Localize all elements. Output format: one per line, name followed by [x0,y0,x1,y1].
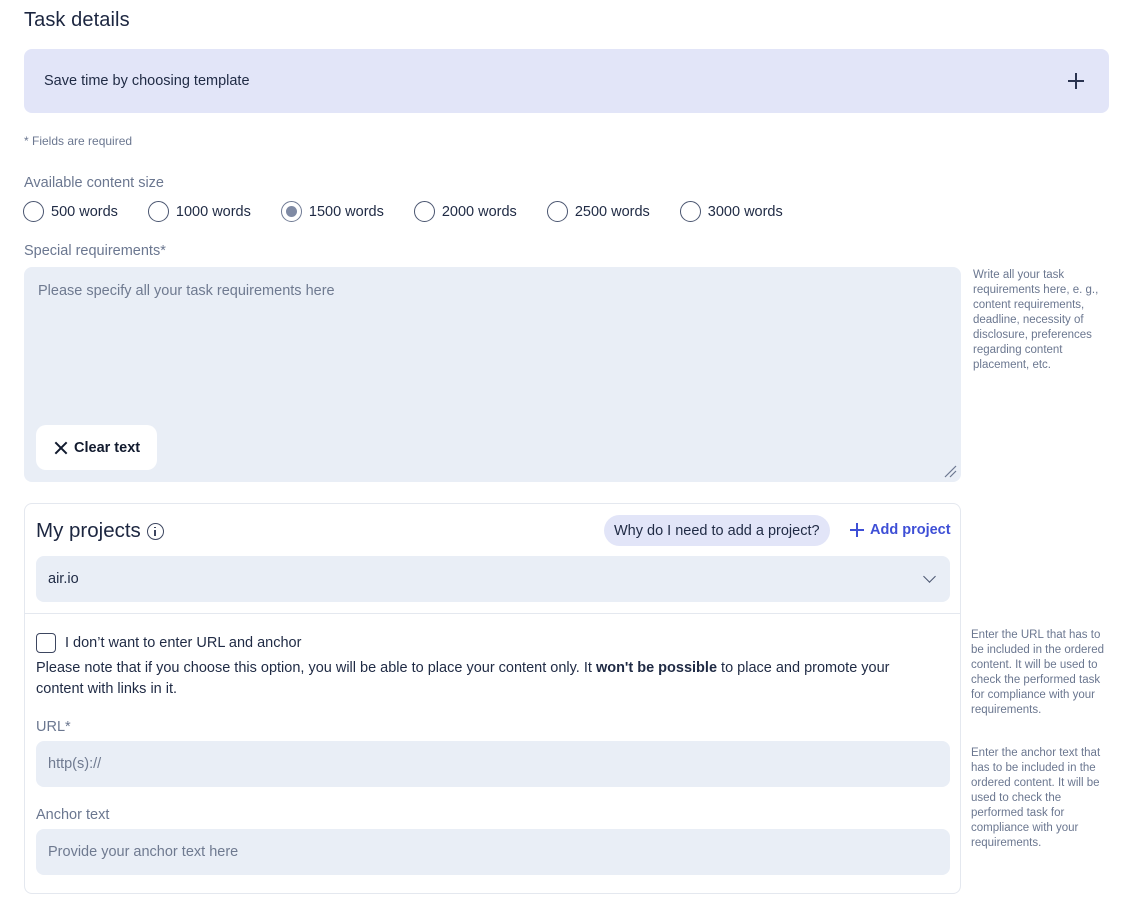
divider [25,613,960,614]
special-requirements-label: Special requirements* [24,243,166,259]
radio-label: 3000 words [707,203,783,220]
note-text-start: Please note that if you choose this opti… [36,660,596,676]
url-hint: Enter the URL that has to be included in… [971,629,1104,716]
radio-label: 500 words [51,203,118,220]
anchor-text-hint: Enter the anchor text that has to be inc… [971,747,1101,849]
clear-text-button[interactable]: Clear text [36,425,157,470]
page-title: Task details [24,9,130,31]
info-icon[interactable] [146,522,164,540]
my-projects-title: My projects [36,519,141,542]
content-size-radio-group: 500 words 1000 words 1500 words 2000 wor… [23,201,813,222]
special-requirements-textarea[interactable]: Please specify all your task requirement… [24,267,961,482]
radio-circle[interactable] [23,201,44,222]
why-add-project-button[interactable]: Why do I need to add a project? [604,515,830,546]
plus-icon[interactable] [1067,72,1085,90]
add-project-label: Add project [870,522,951,538]
no-url-checkbox-row[interactable]: I don’t want to enter URL and anchor [36,633,301,653]
radio-3000-words[interactable]: 3000 words [679,201,783,222]
special-requirements-hint: Write all your task requirements here, e… [973,269,1099,371]
no-url-checkbox-label: I don’t want to enter URL and anchor [65,635,302,651]
my-projects-card: My projects Why do I need to add a proje… [24,503,961,894]
radio-500-words[interactable]: 500 words [23,201,118,222]
content-size-label: Available content size [24,175,164,191]
add-project-button[interactable]: Add project [850,522,951,538]
no-url-warning-note: Please note that if you choose this opti… [36,658,936,699]
radio-circle[interactable] [147,201,169,222]
required-fields-note: * Fields are required [24,134,133,148]
radio-1000-words[interactable]: 1000 words [147,201,251,222]
radio-circle[interactable] [546,201,568,222]
url-input[interactable] [36,741,950,787]
project-select-value: air.io [48,571,79,587]
my-projects-heading: My projects [36,519,164,543]
radio-circle[interactable] [679,201,701,222]
radio-label: 1000 words [175,203,251,220]
anchor-text-label: Anchor text [36,807,110,823]
radio-2000-words[interactable]: 2000 words [413,201,517,222]
close-icon [54,441,68,455]
choose-template-label: Save time by choosing template [44,73,250,89]
url-label: URL* [36,719,71,735]
choose-template-bar[interactable]: Save time by choosing template [24,49,1109,113]
no-url-checkbox[interactable] [36,633,56,653]
radio-circle-checked[interactable] [280,201,302,222]
radio-1500-words[interactable]: 1500 words [280,201,384,222]
project-select[interactable]: air.io [36,556,950,602]
note-text-bold: won't be possible [595,660,718,676]
plus-icon [850,523,864,537]
resize-handle-icon[interactable] [943,464,957,478]
radio-label: 2000 words [441,203,517,220]
anchor-text-input[interactable] [36,829,950,875]
radio-label: 2500 words [574,203,650,220]
clear-text-label: Clear text [74,439,141,456]
chevron-down-icon [923,570,936,583]
task-details-page: Task details Save time by choosing templ… [4,0,1128,900]
special-requirements-placeholder: Please specify all your task requirement… [38,283,335,299]
radio-2500-words[interactable]: 2500 words [546,201,650,222]
radio-circle[interactable] [413,201,435,222]
radio-label: 1500 words [308,203,384,220]
